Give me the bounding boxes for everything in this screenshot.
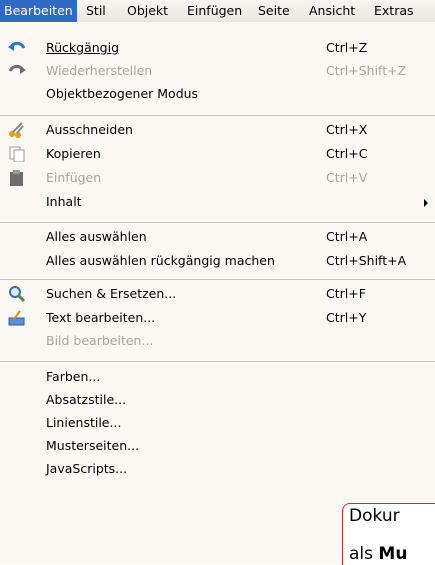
object-mode-label: Objektbezogener Modus [46,86,199,101]
paste-icon [8,170,26,186]
menu-item-paragraph-styles[interactable]: Absatzstile... [0,388,435,412]
document-text-line2: als Mu [349,544,407,564]
menu-ansicht[interactable]: Ansicht [305,0,359,22]
cut-shortcut: Ctrl+X [326,122,368,137]
edit-menu-dropdown: Rückgängig Ctrl+Z Wiederherstellen Ctrl+… [0,22,435,564]
paste-shortcut: Ctrl+V [326,170,368,185]
colors-label: Farben... [46,369,101,384]
find-replace-shortcut: Ctrl+F [326,286,366,301]
undo-label: Rückgängig [46,40,120,55]
javascripts-label: JavaScripts... [46,461,128,476]
menu-item-edit-text[interactable]: Text bearbeiten... Ctrl+Y [0,306,435,330]
menu-item-edit-image[interactable]: Bild bearbeiten... [0,329,435,353]
select-all-shortcut: Ctrl+A [326,229,368,244]
redo-shortcut: Ctrl+Shift+Z [326,63,407,78]
document-callout: Dokur als Mu [342,503,435,565]
separator [0,115,435,116]
paste-label: Einfügen [46,170,102,185]
document-text-bold: Mu [378,544,408,564]
menu-einfuegen[interactable]: Einfügen [183,0,246,22]
master-pages-label: Musterseiten... [46,438,140,453]
edit-text-label: Text bearbeiten... [46,310,156,325]
separator [0,361,435,362]
copy-label: Kopieren [46,146,101,161]
menu-item-copy[interactable]: Kopieren Ctrl+C [0,142,435,166]
line-styles-label: Linienstile... [46,415,122,430]
separator [0,279,435,280]
menu-item-content[interactable]: Inhalt [0,190,435,214]
menu-item-object-mode[interactable]: Objektbezogener Modus [0,82,435,106]
undo-icon [8,40,26,56]
magnifier-icon [8,286,26,303]
redo-icon [8,63,26,79]
document-text-line1: Dokur [349,506,400,526]
menu-item-javascripts[interactable]: JavaScripts... [0,457,435,481]
menu-item-undo[interactable]: Rückgängig Ctrl+Z [0,36,435,60]
menu-item-master-pages[interactable]: Musterseiten... [0,434,435,458]
paragraph-styles-label: Absatzstile... [46,392,127,407]
document-text-prefix: als [349,544,379,564]
menu-item-deselect-all[interactable]: Alles auswählen rückgängig machen Ctrl+S… [0,249,435,273]
edit-text-shortcut: Ctrl+Y [326,310,367,325]
menu-item-paste[interactable]: Einfügen Ctrl+V [0,166,435,190]
find-replace-label: Suchen & Ersetzen... [46,286,177,301]
edit-image-label: Bild bearbeiten... [46,333,154,348]
scissors-icon [8,122,26,138]
edit-text-icon [8,310,26,326]
separator [0,222,435,223]
cut-label: Ausschneiden [46,122,133,137]
copy-icon [8,146,26,163]
menu-objekt[interactable]: Objekt [123,0,172,22]
menu-item-cut[interactable]: Ausschneiden Ctrl+X [0,118,435,142]
menu-extras[interactable]: Extras [370,0,418,22]
submenu-arrow-icon [424,199,428,207]
select-all-label: Alles auswählen [46,229,147,244]
menu-item-line-styles[interactable]: Linienstile... [0,411,435,435]
menu-item-colors[interactable]: Farben... [0,365,435,389]
redo-label: Wiederherstellen [46,63,153,78]
menu-item-find-replace[interactable]: Suchen & Ersetzen... Ctrl+F [0,282,435,306]
undo-shortcut: Ctrl+Z [326,40,368,55]
menu-item-select-all[interactable]: Alles auswählen Ctrl+A [0,225,435,249]
menu-item-redo[interactable]: Wiederherstellen Ctrl+Shift+Z [0,59,435,83]
deselect-all-label: Alles auswählen rückgängig machen [46,253,275,268]
content-label: Inhalt [46,194,82,209]
menu-bar: Bearbeiten Stil Objekt Einfügen Seite An… [0,0,435,23]
menu-seite[interactable]: Seite [254,0,294,22]
copy-shortcut: Ctrl+C [326,146,368,161]
menu-bearbeiten[interactable]: Bearbeiten [0,0,77,22]
deselect-all-shortcut: Ctrl+Shift+A [326,253,407,268]
menu-stil[interactable]: Stil [82,0,110,22]
